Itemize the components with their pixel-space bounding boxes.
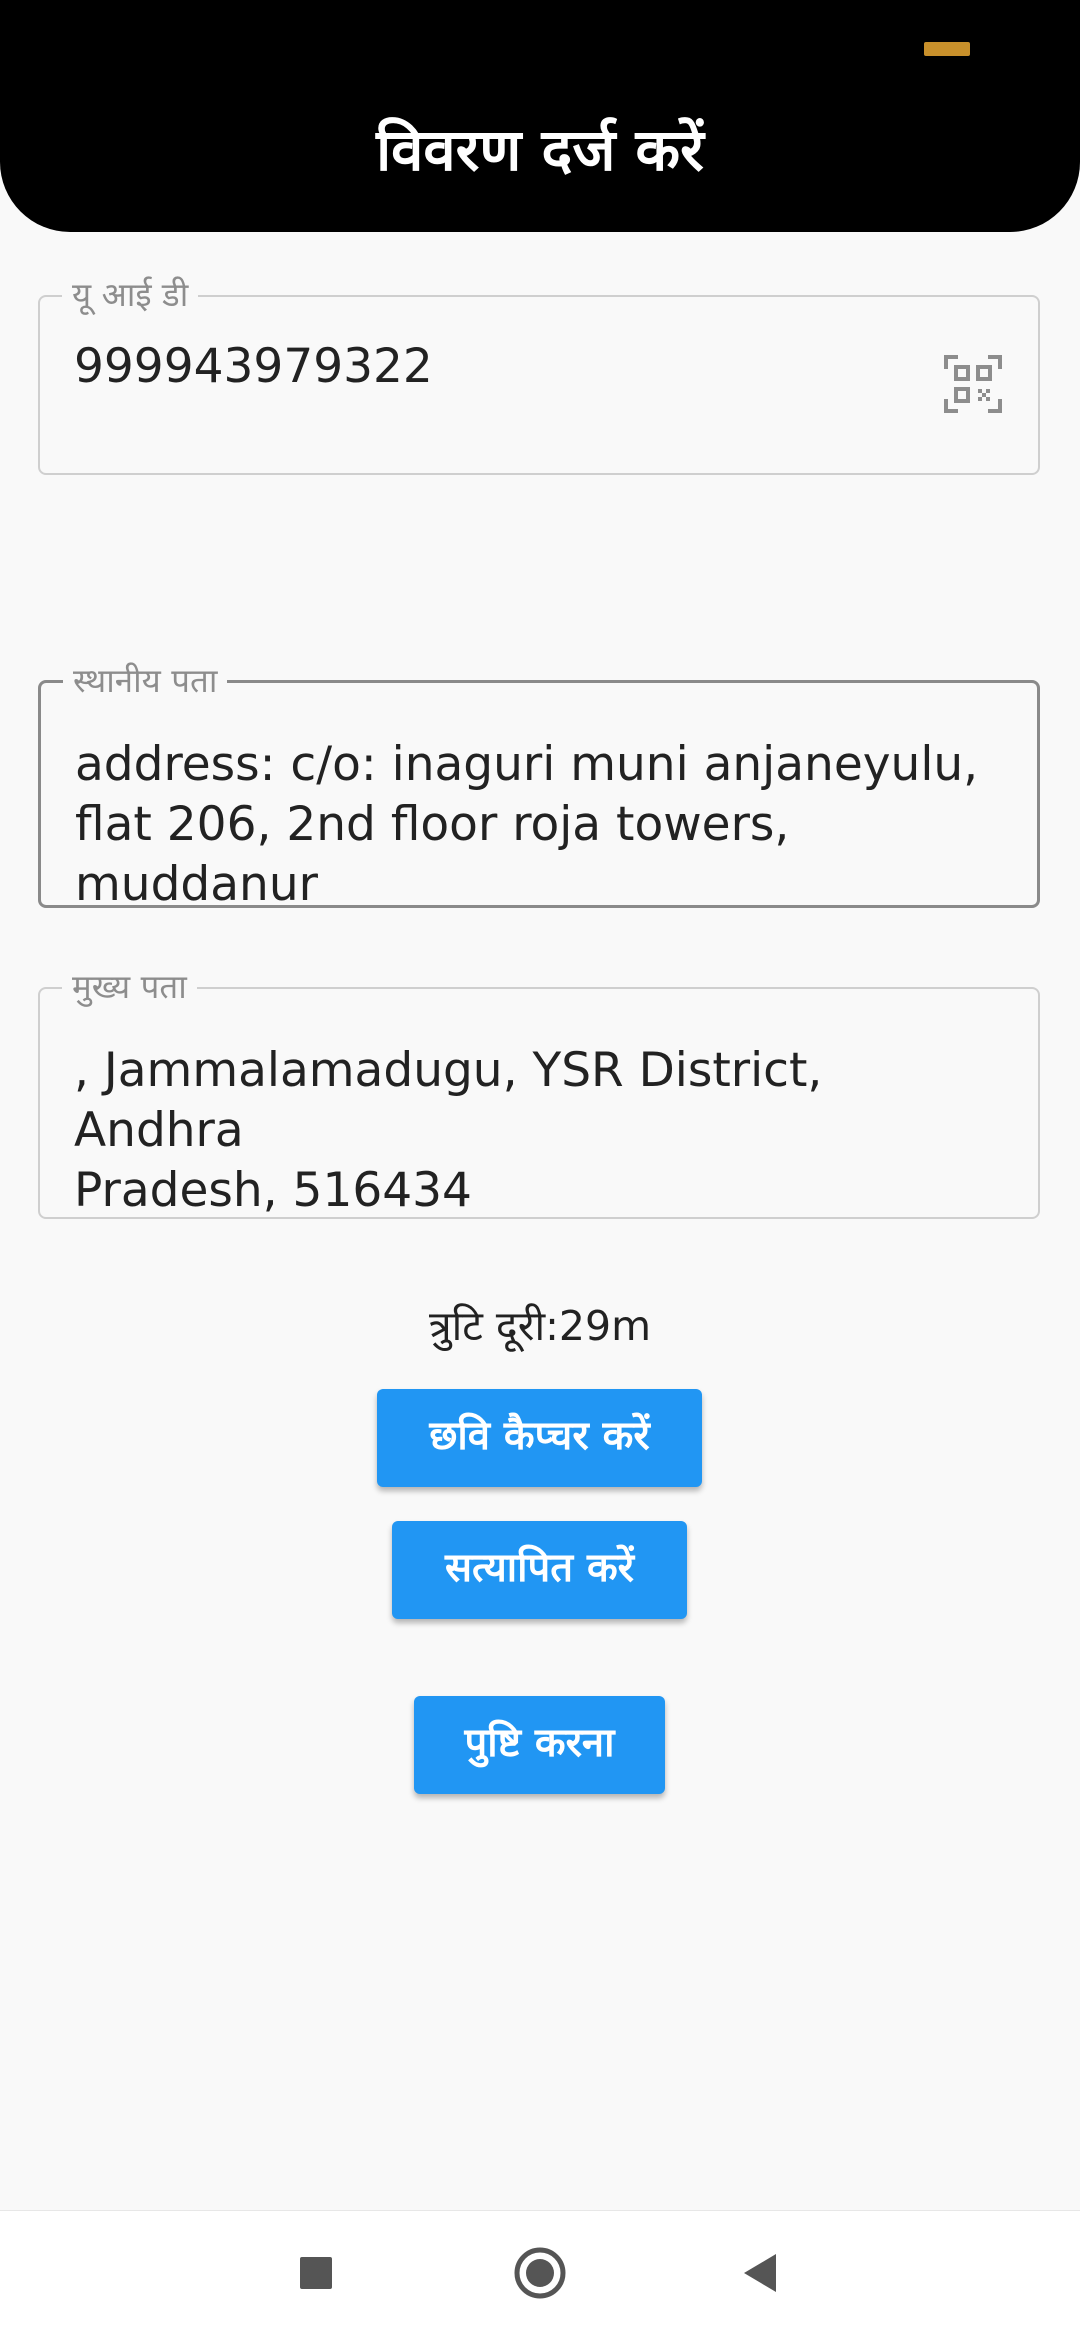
confirm-button[interactable]: पुष्टि करना — [414, 1696, 665, 1794]
triangle-back-icon[interactable] — [730, 2241, 794, 2305]
local-address-field[interactable]: स्थानीय पता address: c/o: inaguri muni a… — [38, 659, 1040, 912]
main-address-input[interactable]: , Jammalamadugu, YSR District, Andhra Pr… — [74, 1041, 998, 1221]
main-address-field[interactable]: मुख्य पता , Jammalamadugu, YSR District,… — [38, 965, 1040, 1221]
system-navigation-bar — [0, 2210, 1080, 2341]
qr-code-scan-icon[interactable] — [944, 355, 1002, 413]
app-header: विवरण दर्ज करें — [0, 0, 1080, 232]
square-recents-icon[interactable] — [284, 2241, 348, 2305]
verify-button[interactable]: सत्यापित करें — [392, 1521, 687, 1619]
local-address-input[interactable]: address: c/o: inaguri muni anjaneyulu, f… — [75, 735, 997, 915]
uid-input[interactable]: 999943979322 — [74, 337, 998, 397]
main-address-label: मुख्य पता — [62, 965, 197, 1009]
circle-home-icon[interactable] — [508, 2241, 572, 2305]
capture-image-button[interactable]: छवि कैप्चर करें — [377, 1389, 702, 1487]
uid-field[interactable]: यू आई डी 999943979322 — [38, 273, 1040, 475]
battery-icon — [924, 42, 970, 56]
uid-field-label: यू आई डी — [62, 273, 199, 317]
page-title: विवरण दर्ज करें — [376, 116, 704, 184]
error-distance-text: त्रुटि दूरी:29m — [428, 1302, 652, 1350]
local-address-label: स्थानीय पता — [63, 659, 228, 703]
